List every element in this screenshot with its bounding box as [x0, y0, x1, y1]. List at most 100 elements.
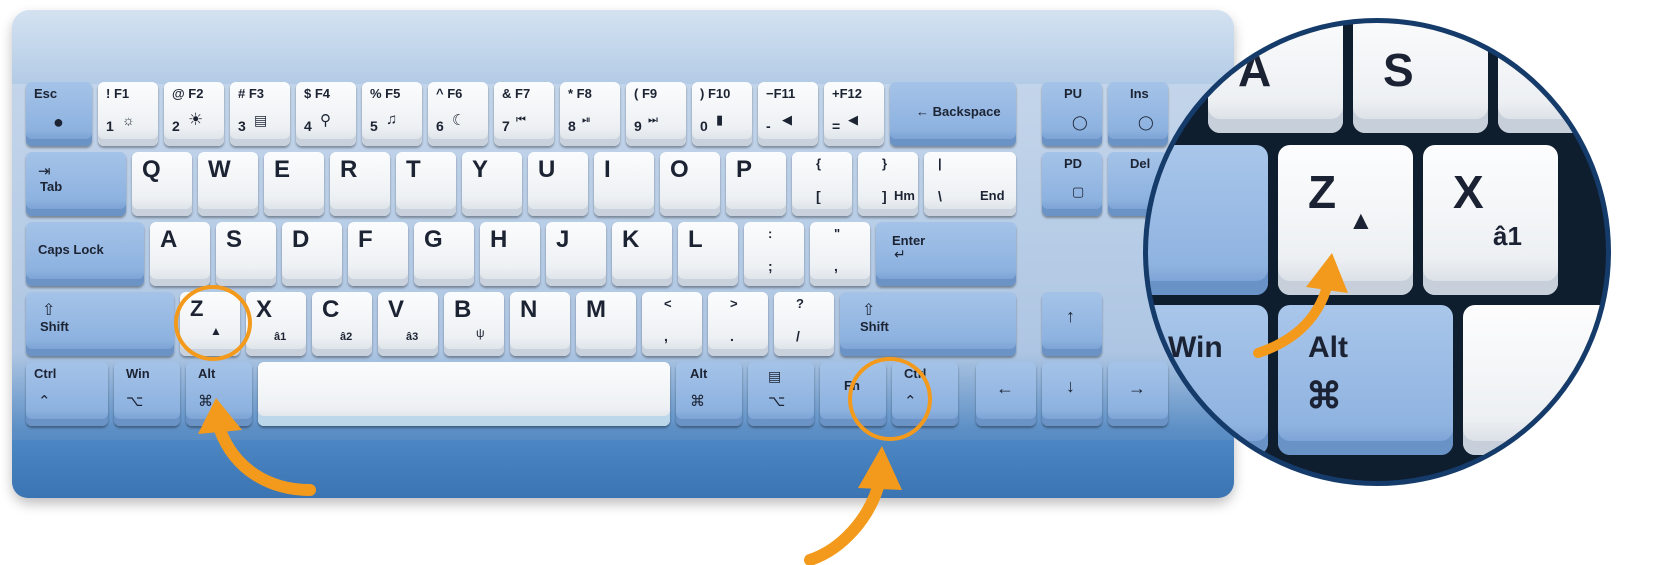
key-n[interactable]: N [510, 292, 570, 356]
key-enter[interactable]: Enter ↵ [876, 222, 1016, 286]
key-label: V [388, 296, 405, 323]
key-label: B [454, 296, 472, 323]
key-v[interactable]: V â3 [378, 292, 438, 356]
shift-arrow-icon: ⇧ [862, 302, 876, 319]
key-backspace[interactable]: ← Backspace [890, 82, 1016, 146]
key-top-label: % F5 [370, 86, 401, 101]
key-menu[interactable]: ▤ ⌥ [748, 362, 814, 426]
zoom-key-label: A [1238, 44, 1272, 96]
key-2[interactable]: @ F2 2 ☀ [164, 82, 224, 146]
keyboard-top-rail [12, 10, 1234, 84]
play-pause-icon: ⏯ [582, 114, 591, 126]
key-bottom-label: = [832, 118, 841, 134]
key-m[interactable]: M [576, 292, 636, 356]
key-page-up[interactable]: PU ◯ [1042, 82, 1102, 146]
key-h[interactable]: H [480, 222, 540, 286]
key-backslash[interactable]: | \ End [924, 152, 1016, 216]
key-7[interactable]: & F7 7 ⏮ [494, 82, 554, 146]
orange-arrow-to-alt [198, 398, 316, 496]
key-5[interactable]: % F5 5 ♫ [362, 82, 422, 146]
key-slash[interactable]: ? / [774, 292, 834, 356]
key-i[interactable]: I [594, 152, 654, 216]
zoom-key-label: S [1383, 44, 1414, 96]
key-right-alt[interactable]: Alt ⌘ [676, 362, 742, 426]
key-y[interactable]: Y [462, 152, 522, 216]
key-arrow-down[interactable]: ↓ [1042, 362, 1102, 426]
key-b[interactable]: B ψ [444, 292, 504, 356]
key-w[interactable]: W [198, 152, 258, 216]
command-icon: ⌘ [690, 393, 705, 410]
rewind-icon: ⏮ [516, 114, 526, 126]
key-l[interactable]: L [678, 222, 738, 286]
key-4[interactable]: $ F4 4 ⚲ [296, 82, 356, 146]
key-comma[interactable]: < , [642, 292, 702, 356]
key-top-label: ( F9 [634, 86, 658, 101]
key-u[interactable]: U [528, 152, 588, 216]
key-top-label: +F12 [832, 86, 862, 101]
key-semicolon[interactable]: : ; [744, 222, 804, 286]
orange-arrow-to-fn [804, 446, 902, 565]
key-label: N [520, 296, 538, 323]
key-label: G [424, 226, 443, 253]
key-page-down[interactable]: PD ▢ [1042, 152, 1102, 216]
key-r[interactable]: R [330, 152, 390, 216]
key-right-bracket[interactable]: } ] Hm [858, 152, 918, 216]
key-d[interactable]: D [282, 222, 342, 286]
key-a[interactable]: A [150, 222, 210, 286]
key-o[interactable]: O [660, 152, 720, 216]
key-bottom-label: , [834, 258, 838, 274]
key-minus[interactable]: −F11 - ◀ [758, 82, 818, 146]
key-left-ctrl[interactable]: Ctrl ⌃ [26, 362, 108, 426]
highlight-ring-fn-key [848, 357, 932, 441]
orange-arrow-to-zoom-z [1253, 253, 1348, 358]
key-label: O [670, 156, 689, 183]
key-esc[interactable]: Esc ● [26, 82, 92, 146]
key-s[interactable]: S [216, 222, 276, 286]
key-arrow-left[interactable]: ← [976, 362, 1036, 426]
key-x[interactable]: X â1 [246, 292, 306, 356]
key-bottom-label: 7 [502, 118, 510, 134]
globe-icon: ◯ [1072, 114, 1088, 130]
key-bottom-label: 2 [172, 118, 180, 134]
arrow-up-icon: ↑ [1066, 306, 1075, 326]
key-equal[interactable]: +F12 = ◀ [824, 82, 884, 146]
key-0[interactable]: ) F10 0 ▮ [692, 82, 752, 146]
key-period[interactable]: > . [708, 292, 768, 356]
key-c[interactable]: C â2 [312, 292, 372, 356]
key-f[interactable]: F [348, 222, 408, 286]
key-label: Ctrl [34, 366, 57, 381]
mute-icon: ▮ [716, 112, 724, 127]
key-left-win[interactable]: Win ⌥ [114, 362, 180, 426]
key-3[interactable]: # F3 3 ▤ [230, 82, 290, 146]
eject-icon: ◯ [1138, 114, 1154, 130]
key-left-shift[interactable]: ⇧ Shift [26, 292, 174, 356]
key-left-bracket[interactable]: { [ [792, 152, 852, 216]
key-g[interactable]: G [414, 222, 474, 286]
key-bottom-label: 0 [700, 118, 708, 134]
key-tab[interactable]: ⇥ Tab [26, 152, 126, 216]
key-t[interactable]: T [396, 152, 456, 216]
key-p[interactable]: P [726, 152, 786, 216]
key-arrow-up[interactable]: ↑ [1042, 292, 1102, 356]
key-label: Y [472, 156, 489, 183]
key-9[interactable]: ( F9 9 ⏭ [626, 82, 686, 146]
key-caps-lock[interactable]: Caps Lock [26, 222, 144, 286]
key-label: C [322, 296, 340, 323]
end-sublabel: End [980, 188, 1005, 203]
key-bottom-label: ] [882, 188, 887, 204]
key-6[interactable]: ^ F6 6 ☾ [428, 82, 488, 146]
key-top-label: # F3 [238, 86, 265, 101]
key-insert[interactable]: Ins ◯ [1108, 82, 1168, 146]
key-j[interactable]: J [546, 222, 606, 286]
key-e[interactable]: E [264, 152, 324, 216]
key-label: M [586, 296, 606, 323]
key-label: F [358, 226, 373, 253]
key-8[interactable]: * F8 8 ⏯ [560, 82, 620, 146]
key-quote[interactable]: " , [810, 222, 870, 286]
microphone-icon: ♫ [386, 111, 398, 128]
key-1[interactable]: ! F1 1 ☼ [98, 82, 158, 146]
key-q[interactable]: Q [132, 152, 192, 216]
key-k[interactable]: K [612, 222, 672, 286]
key-right-shift[interactable]: ⇧ Shift [840, 292, 1016, 356]
key-label: Shift [40, 319, 69, 334]
